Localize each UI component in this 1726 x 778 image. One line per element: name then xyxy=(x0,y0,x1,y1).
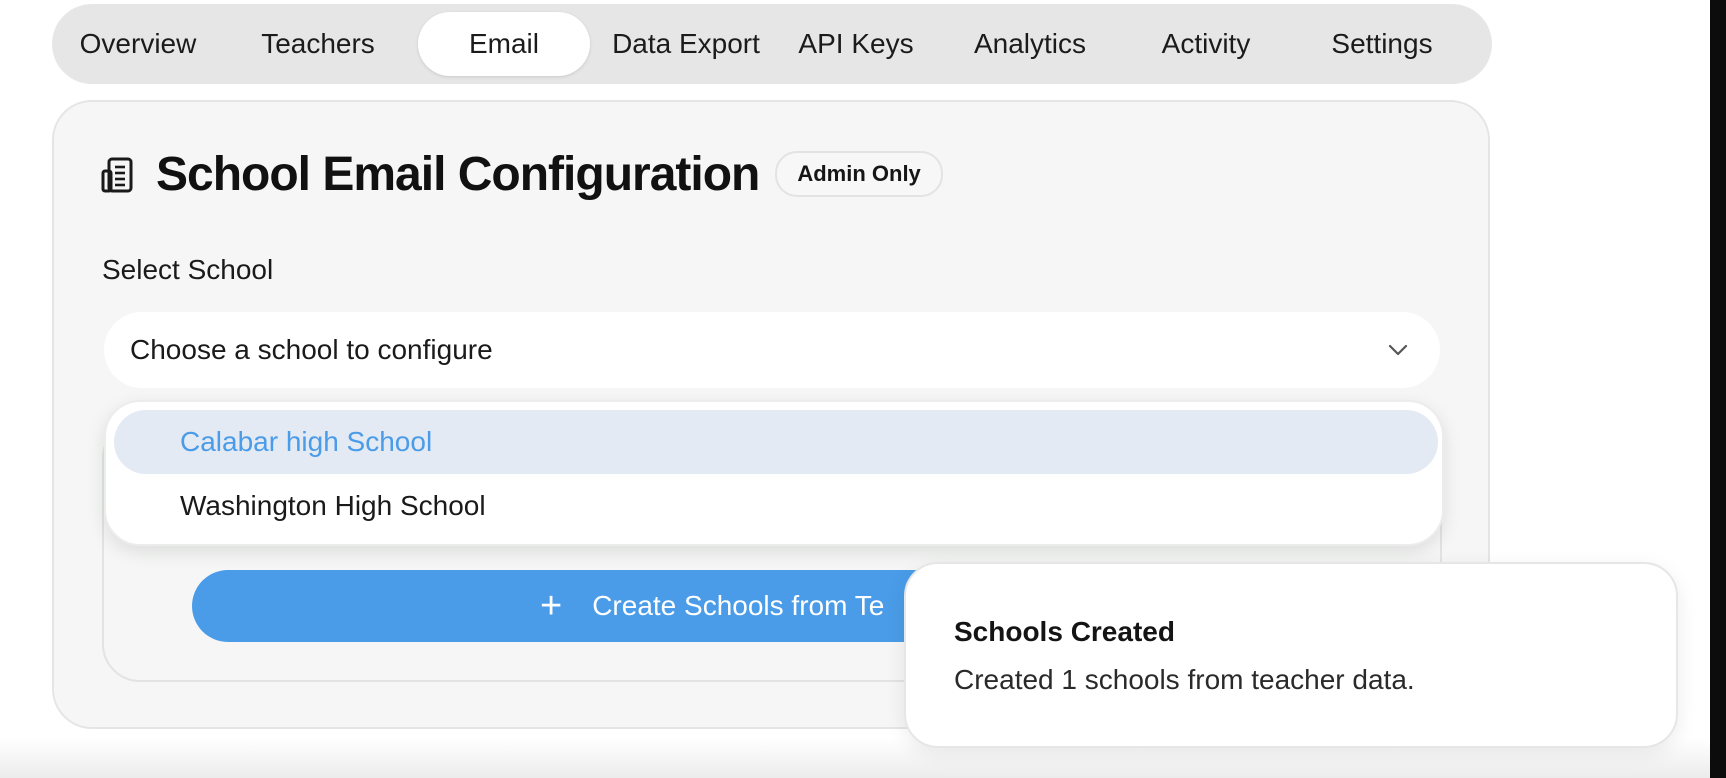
tab-bar: Overview Teachers Email Data Export API … xyxy=(52,4,1492,84)
school-select-placeholder: Choose a school to configure xyxy=(130,334,493,365)
school-option-calabar[interactable]: Calabar high School xyxy=(114,410,1438,474)
window-edge xyxy=(1710,0,1726,778)
admin-only-badge: Admin Only xyxy=(775,151,943,197)
school-option-washington[interactable]: Washington High School xyxy=(114,474,1438,538)
tab-activity[interactable]: Activity xyxy=(1138,12,1274,76)
tab-analytics[interactable]: Analytics xyxy=(952,12,1108,76)
tab-overview[interactable]: Overview xyxy=(60,12,216,76)
school-dropdown-menu: Calabar high School Washington High Scho… xyxy=(104,400,1444,546)
school-select[interactable]: Choose a school to configure xyxy=(104,312,1440,388)
building-icon xyxy=(101,157,133,193)
create-schools-label: Create Schools from Te xyxy=(592,590,885,621)
toast-message: Created 1 schools from teacher data. xyxy=(954,664,1415,695)
page-title: School Email Configuration xyxy=(156,147,760,201)
tab-email[interactable]: Email xyxy=(418,12,590,76)
plus-icon: + xyxy=(540,585,563,627)
select-school-label: Select School xyxy=(102,254,274,285)
tab-data-export[interactable]: Data Export xyxy=(598,12,774,76)
toast-notification[interactable]: Schools Created Created 1 schools from t… xyxy=(904,562,1678,748)
tab-settings[interactable]: Settings xyxy=(1312,12,1452,76)
tab-api-keys[interactable]: API Keys xyxy=(786,12,926,76)
card-heading: School Email Configuration Admin Only xyxy=(100,142,943,206)
chevron-down-icon xyxy=(1388,344,1408,356)
toast-title: Schools Created xyxy=(954,616,1175,647)
tab-teachers[interactable]: Teachers xyxy=(234,12,402,76)
